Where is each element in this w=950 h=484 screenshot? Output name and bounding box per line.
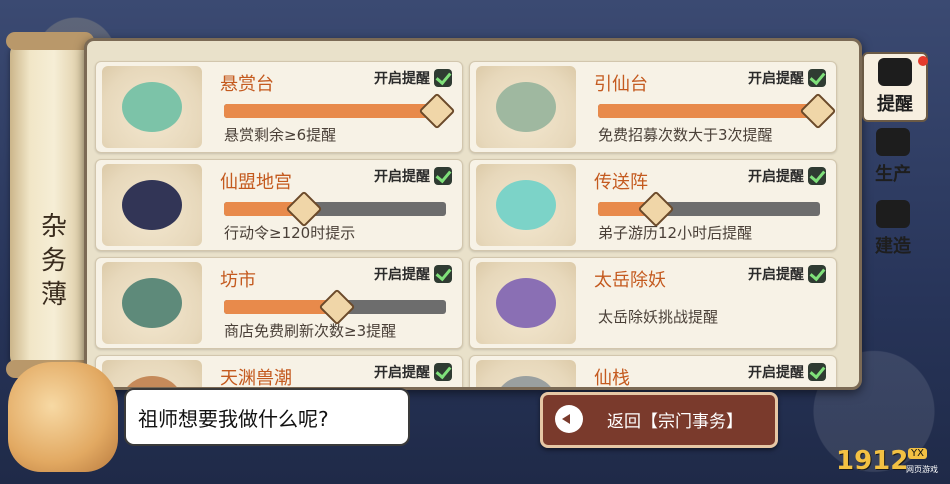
back-button[interactable]: 返回【宗门事务】 [540, 392, 778, 448]
reminder-toggle[interactable]: 开启提醒 [374, 362, 452, 382]
back-button-label: 返回【宗门事务】 [607, 412, 743, 432]
building-illustration [496, 376, 556, 387]
toggle-label: 开启提醒 [374, 365, 430, 381]
dog-mascot [8, 362, 118, 472]
left-scroll: 杂务薄 [6, 32, 94, 378]
toggle-label: 开启提醒 [374, 267, 430, 283]
threshold-slider[interactable] [598, 190, 820, 228]
card-title: 引仙台 [594, 74, 648, 95]
toggle-label: 开启提醒 [748, 169, 804, 185]
inn-icon [476, 360, 576, 387]
scroll-title: 杂务薄 [40, 212, 67, 310]
threshold-slider[interactable] [224, 190, 446, 228]
hammer-icon [876, 200, 910, 228]
back-arrow-icon [555, 405, 583, 433]
checkbox-icon[interactable] [434, 265, 452, 283]
card-title: 太岳除妖 [594, 270, 666, 291]
slider-handle[interactable] [799, 92, 836, 130]
reminder-card: 引仙台 开启提醒免费招募次数大于3次提醒 [469, 61, 837, 153]
threshold-slider[interactable] [224, 288, 446, 326]
tab-label: 建造 [875, 236, 911, 257]
beast-icon [102, 360, 202, 387]
checkbox-icon[interactable] [434, 363, 452, 381]
platform-icon [476, 66, 576, 148]
threshold-slider[interactable] [598, 92, 836, 130]
reminder-toggle[interactable]: 开启提醒 [374, 264, 452, 284]
notification-badge [918, 56, 928, 66]
logo-number: 1912 [836, 446, 909, 476]
teleport-icon [476, 164, 576, 246]
market-icon [102, 262, 202, 344]
building-illustration [496, 82, 556, 132]
reminder-card: 仙栈 开启提醒 [469, 355, 837, 389]
checkbox-icon[interactable] [808, 265, 826, 283]
tab-label: 提醒 [877, 94, 913, 115]
building-illustration [122, 180, 182, 230]
slider-fill [224, 300, 335, 314]
reminder-card: 坊市 开启提醒商店免费刷新次数≥3提醒 [95, 257, 463, 349]
reminder-toggle[interactable]: 开启提醒 [748, 68, 826, 88]
tab-label: 生产 [875, 164, 911, 185]
site-logo: 1912 YX 网页游戏 [836, 446, 944, 478]
card-description: 弟子游历12小时后提醒 [598, 224, 753, 242]
slider-handle[interactable] [418, 92, 456, 130]
reminder-panel: 悬赏台 开启提醒 悬赏剩余≥6提醒 引仙台 开启提醒 免费招募次数大于3次提醒 仙盟地宫 开启… [84, 38, 862, 390]
card-title: 仙盟地宫 [220, 172, 292, 193]
checkbox-icon[interactable] [434, 167, 452, 185]
speech-bubble: 祖师想要我做什么呢? [124, 388, 410, 446]
reminder-card: 传送阵 开启提醒弟子游历12小时后提醒 [469, 159, 837, 251]
reminder-toggle[interactable]: 开启提醒 [374, 68, 452, 88]
card-title: 坊市 [220, 270, 256, 291]
plant-icon [876, 128, 910, 156]
pavilion-icon [102, 66, 202, 148]
reminder-card: 悬赏台 开启提醒悬赏剩余≥6提醒 [95, 61, 463, 153]
logo-yx: YX [908, 448, 927, 459]
toggle-label: 开启提醒 [374, 169, 430, 185]
slider-fill [224, 104, 435, 118]
building-illustration [496, 278, 556, 328]
reminder-card: 太岳除妖 开启提醒太岳除妖挑战提醒 [469, 257, 837, 349]
card-title: 天渊兽潮 [220, 368, 292, 389]
reminder-toggle[interactable]: 开启提醒 [748, 362, 826, 382]
checkbox-icon[interactable] [808, 69, 826, 87]
tab-0[interactable]: 提醒 [862, 52, 928, 122]
threshold-slider[interactable] [224, 92, 456, 130]
tab-1[interactable]: 生产 [862, 128, 924, 194]
checkbox-icon[interactable] [808, 167, 826, 185]
card-description: 商店免费刷新次数≥3提醒 [224, 322, 397, 340]
slider-fill [598, 104, 816, 118]
card-description: 行动令≥120时提示 [224, 224, 356, 242]
reminder-toggle[interactable]: 开启提醒 [748, 166, 826, 186]
card-description: 悬赏剩余≥6提醒 [224, 126, 337, 144]
card-title: 悬赏台 [220, 74, 274, 95]
checkbox-icon[interactable] [808, 363, 826, 381]
toggle-label: 开启提醒 [748, 365, 804, 381]
reminder-card: 仙盟地宫 开启提醒行动令≥120时提示 [95, 159, 463, 251]
checkbox-icon[interactable] [434, 69, 452, 87]
reminder-toggle[interactable]: 开启提醒 [748, 264, 826, 284]
demon-icon [476, 262, 576, 344]
toggle-label: 开启提醒 [748, 71, 804, 87]
card-description: 免费招募次数大于3次提醒 [598, 126, 773, 144]
palace-icon [102, 164, 202, 246]
building-illustration [122, 278, 182, 328]
side-tabs: 提醒 生产 建造 [862, 52, 932, 272]
card-title: 仙栈 [594, 368, 630, 389]
speech-text: 祖师想要我做什么呢? [138, 407, 329, 431]
card-title: 传送阵 [594, 172, 648, 193]
toggle-label: 开启提醒 [748, 267, 804, 283]
tab-2[interactable]: 建造 [862, 200, 924, 266]
building-illustration [496, 180, 556, 230]
building-illustration [122, 82, 182, 132]
card-description: 太岳除妖挑战提醒 [598, 308, 719, 326]
reminder-toggle[interactable]: 开启提醒 [374, 166, 452, 186]
scroll-icon [878, 58, 912, 86]
reminder-card: 天渊兽潮 开启提醒 [95, 355, 463, 389]
logo-sub: 网页游戏 [906, 465, 938, 474]
toggle-label: 开启提醒 [374, 71, 430, 87]
